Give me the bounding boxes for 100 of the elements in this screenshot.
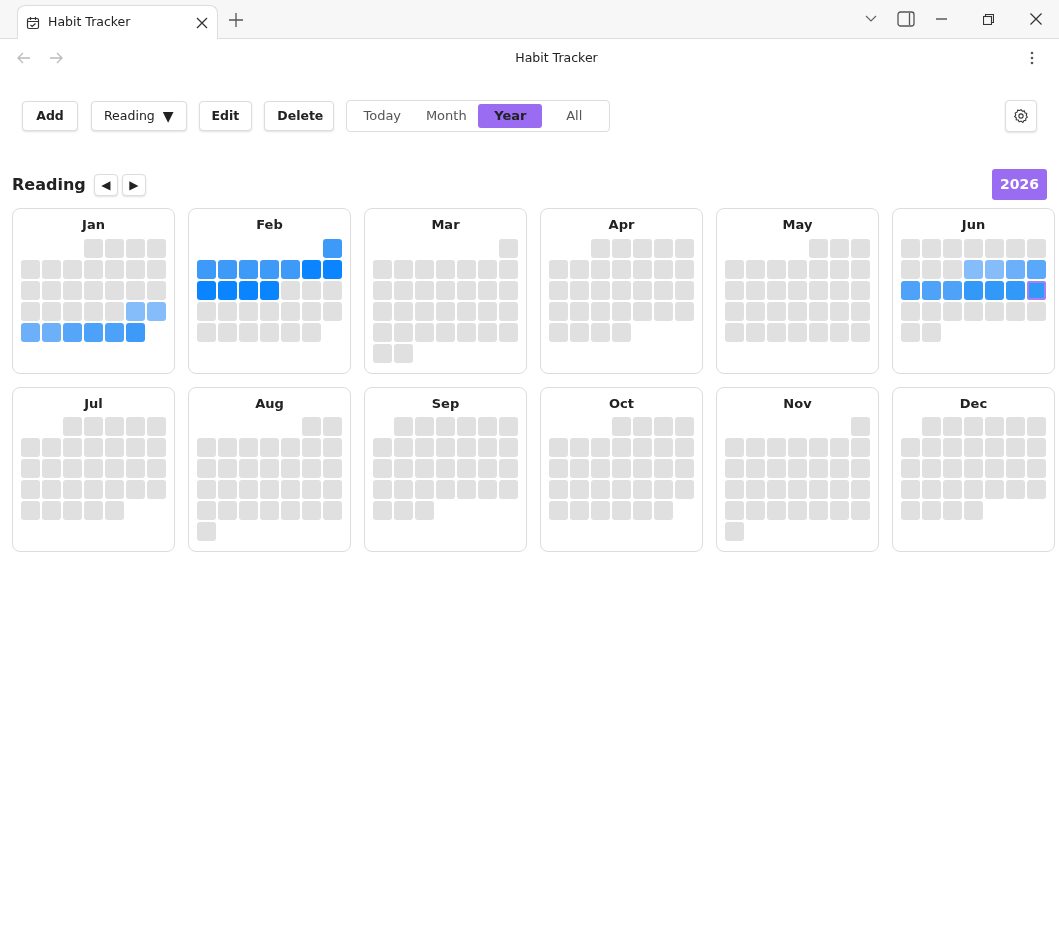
day-cell[interactable] [436,301,455,321]
day-cell[interactable] [809,480,828,499]
day-cell[interactable] [478,438,497,457]
day-cell[interactable] [788,301,807,321]
day-cell[interactable] [633,301,652,321]
day-cell[interactable] [901,280,920,300]
day-cell[interactable] [457,480,476,499]
day-cell[interactable] [197,480,216,499]
day-cell[interactable] [436,480,455,499]
day-cell[interactable] [767,280,786,300]
day-cell[interactable] [922,480,941,499]
day-cell[interactable] [746,259,765,279]
day-cell[interactable] [478,480,497,499]
day-cell[interactable] [373,480,392,499]
new-tab-icon[interactable] [226,10,246,30]
day-cell[interactable] [675,259,694,279]
day-cell[interactable] [570,459,589,478]
day-cell[interactable] [985,280,1004,300]
day-cell[interactable] [809,259,828,279]
day-cell[interactable] [105,459,124,478]
day-cell[interactable] [394,343,413,363]
day-cell[interactable] [63,280,82,300]
day-cell[interactable] [147,459,166,478]
day-cell[interactable] [549,480,568,499]
day-cell[interactable] [1027,417,1046,436]
day-cell[interactable] [415,501,434,520]
day-cell[interactable] [457,459,476,478]
day-cell[interactable] [964,280,983,300]
day-cell[interactable] [654,501,673,520]
day-cell[interactable] [373,501,392,520]
edit-button[interactable]: Edit [198,101,253,131]
day-cell[interactable] [323,438,342,457]
day-cell[interactable] [767,438,786,457]
day-cell[interactable] [239,280,258,300]
day-cell[interactable] [499,459,518,478]
day-cell[interactable] [499,238,518,258]
day-cell[interactable] [591,301,610,321]
day-cell[interactable] [654,417,673,436]
day-cell[interactable] [457,280,476,300]
day-cell[interactable] [197,501,216,520]
day-cell[interactable] [591,322,610,342]
day-cell[interactable] [830,480,849,499]
day-cell[interactable] [478,417,497,436]
day-cell[interactable] [436,417,455,436]
day-cell[interactable] [63,438,82,457]
day-cell[interactable] [457,438,476,457]
day-cell[interactable] [570,501,589,520]
day-cell[interactable] [901,438,920,457]
day-cell[interactable] [126,238,145,258]
day-cell[interactable] [63,417,82,436]
day-cell[interactable] [901,501,920,520]
previous-year-button[interactable]: ◀ [93,173,118,196]
day-cell[interactable] [457,259,476,279]
day-cell[interactable] [675,438,694,457]
day-cell[interactable] [985,259,1004,279]
day-cell[interactable] [654,280,673,300]
day-cell[interactable] [302,259,321,279]
day-cell[interactable] [478,301,497,321]
day-cell[interactable] [197,438,216,457]
day-cell[interactable] [197,280,216,300]
day-cell[interactable] [84,322,103,342]
day-cell[interactable] [809,501,828,520]
day-cell[interactable] [394,417,413,436]
day-cell[interactable] [260,480,279,499]
day-cell[interactable] [985,417,1004,436]
day-cell[interactable] [570,480,589,499]
day-cell[interactable] [549,259,568,279]
day-cell[interactable] [323,480,342,499]
day-cell[interactable] [373,343,392,363]
day-cell[interactable] [612,259,631,279]
day-cell[interactable] [394,438,413,457]
day-cell[interactable] [323,238,342,258]
day-cell[interactable] [21,438,40,457]
day-cell[interactable] [105,438,124,457]
day-cell[interactable] [499,259,518,279]
day-cell[interactable] [239,501,258,520]
day-cell[interactable] [1027,259,1046,279]
day-cell[interactable] [260,501,279,520]
day-cell[interactable] [84,301,103,321]
day-cell[interactable] [84,438,103,457]
day-cell[interactable] [239,301,258,321]
day-cell[interactable] [633,280,652,300]
day-cell[interactable] [63,322,82,342]
day-cell[interactable] [323,280,342,300]
day-cell[interactable] [415,480,434,499]
day-cell[interactable] [239,480,258,499]
day-cell[interactable] [42,301,61,321]
day-cell[interactable] [218,438,237,457]
day-cell[interactable] [84,417,103,436]
day-cell[interactable] [788,259,807,279]
day-cell[interactable] [281,480,300,499]
day-cell[interactable] [746,459,765,478]
day-cell[interactable] [302,480,321,499]
day-cell[interactable] [1006,417,1025,436]
day-cell[interactable] [612,301,631,321]
day-cell[interactable] [1027,459,1046,478]
day-cell[interactable] [830,238,849,258]
day-cell[interactable] [788,280,807,300]
delete-button[interactable]: Delete [264,101,335,131]
day-cell[interactable] [675,459,694,478]
